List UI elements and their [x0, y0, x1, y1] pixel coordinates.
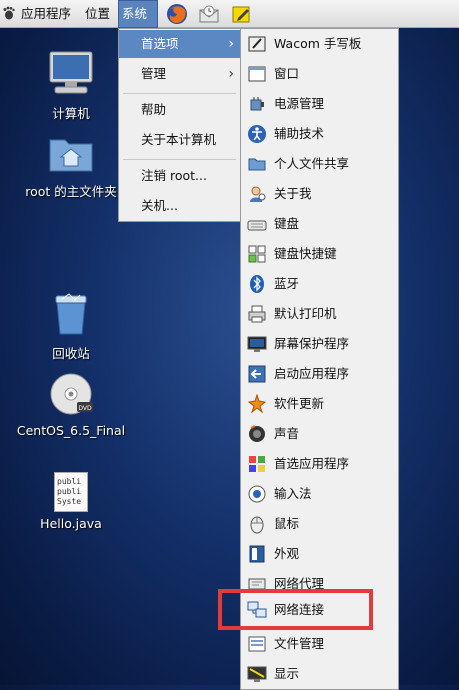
menu-places[interactable]: 位置 [82, 0, 113, 28]
pref-item-folder-share[interactable]: 个人文件共享 [241, 149, 398, 179]
menu-item-shutdown[interactable]: 关机... [119, 192, 240, 220]
desktop-icon-label: Hello.java [40, 516, 102, 531]
pref-item-label: 软件更新 [274, 396, 325, 411]
computer-icon [49, 51, 93, 94]
menu-item-help[interactable]: 帮助 [119, 96, 240, 124]
sound-icon [249, 425, 265, 442]
pref-item-label: 屏幕保护程序 [274, 336, 350, 351]
pref-item-accessibility[interactable]: 辅助技术 [241, 119, 398, 149]
pref-item-input-method[interactable]: 输入法 [241, 479, 398, 509]
menu-item-preferences[interactable]: 首选项 › [119, 30, 240, 58]
desktop-icon-computer[interactable]: 计算机 [16, 50, 126, 122]
pref-item-keyboard[interactable]: 键盘 [241, 209, 398, 239]
pref-item-preferred-apps[interactable]: 首选应用程序 [241, 449, 398, 479]
desktop-icon-home[interactable]: root 的主文件夹 [16, 132, 126, 200]
pref-item-window[interactable]: 窗口 [241, 59, 398, 89]
desktop-icon-label: CentOS_6.5_Final [16, 423, 126, 438]
home-folder-icon [49, 139, 93, 172]
pref-item-tablet[interactable]: Wacom 手写板 [241, 29, 398, 59]
pref-item-label: 文件管理 [274, 636, 325, 651]
bluetooth-icon [250, 275, 264, 293]
mouse-icon [250, 516, 264, 534]
desktop-icon-trash[interactable]: 回收站 [16, 292, 126, 362]
power-icon [250, 97, 264, 111]
desktop-icon-label: 回收站 [52, 346, 90, 361]
shortcuts-icon [248, 245, 266, 263]
trash-icon [55, 293, 87, 335]
desktop-icon-hello-java[interactable]: publi publi Syste Hello.java [16, 472, 126, 531]
file-preview-line: publi [57, 487, 82, 496]
file-management-icon [248, 636, 266, 652]
menu-item-about-computer[interactable]: 关于本计算机 [119, 126, 240, 154]
pref-item-label: 声音 [274, 426, 300, 441]
appearance-icon [249, 545, 265, 563]
menu-separator [123, 159, 236, 160]
notes-icon[interactable] [230, 3, 252, 25]
window-icon [248, 66, 266, 82]
pref-item-label: 键盘 [274, 216, 300, 231]
menu-system[interactable]: 系统 [118, 0, 158, 28]
pref-item-label: 辅助技术 [274, 126, 325, 141]
menu-item-administration[interactable]: 管理 › [119, 60, 240, 88]
highlight-box [218, 589, 373, 630]
keyboard-icon [247, 220, 267, 231]
pref-item-label: 输入法 [274, 486, 312, 501]
pref-item-label: 键盘快捷键 [274, 246, 337, 261]
desktop-icon-dvd[interactable]: DVD CentOS_6.5_Final [16, 372, 126, 438]
menu-item-label: 首选项 [141, 36, 179, 51]
file-preview-line: publi [57, 477, 82, 486]
pref-item-software-update[interactable]: 软件更新 [241, 389, 398, 419]
input-method-icon [248, 485, 266, 503]
display-icon [247, 666, 267, 682]
tablet-icon [248, 36, 266, 52]
chevron-right-icon: › [228, 66, 234, 82]
pref-item-appearance[interactable]: 外观 [241, 539, 398, 569]
pref-item-power[interactable]: 电源管理 [241, 89, 398, 119]
pref-item-about-me[interactable]: 关于我 [241, 179, 398, 209]
mail-icon[interactable] [198, 3, 220, 25]
top-panel: 应用程序 位置 系统 [0, 0, 459, 28]
pref-item-label: 默认打印机 [274, 306, 337, 321]
pref-item-bluetooth[interactable]: 蓝牙 [241, 269, 398, 299]
pref-item-shortcuts[interactable]: 键盘快捷键 [241, 239, 398, 269]
startup-icon [248, 365, 266, 383]
menu-item-logout[interactable]: 注销 root... [119, 162, 240, 190]
pref-item-label: 电源管理 [274, 96, 325, 111]
folder-share-icon [248, 158, 266, 171]
dvd-icon: DVD [50, 373, 93, 415]
menu-separator [123, 93, 236, 94]
pref-item-label: 个人文件共享 [274, 156, 350, 171]
menu-applications[interactable]: 应用程序 [18, 0, 74, 28]
preferred-apps-icon [249, 456, 265, 472]
accessibility-icon [248, 125, 266, 143]
svg-text:DVD: DVD [78, 405, 92, 412]
pref-item-printer[interactable]: 默认打印机 [241, 299, 398, 329]
pref-item-sound[interactable]: 声音 [241, 419, 398, 449]
text-file-icon: publi publi Syste [54, 472, 88, 512]
software-update-icon [247, 394, 267, 414]
desktop-icon-label: root 的主文件夹 [25, 184, 117, 199]
pref-item-label: 窗口 [274, 66, 300, 81]
system-menu: 首选项 › 管理 › 帮助 关于本计算机 注销 root... 关机... [118, 28, 241, 222]
firefox-icon[interactable] [166, 3, 188, 25]
screensaver-icon [247, 336, 267, 352]
about-me-icon [250, 186, 266, 202]
pref-item-label: Wacom 手写板 [274, 36, 362, 51]
pref-item-label: 蓝牙 [274, 276, 300, 291]
pref-item-file-management[interactable]: 文件管理 [241, 629, 398, 659]
pref-item-label: 外观 [274, 546, 300, 561]
foot-icon[interactable] [2, 6, 16, 20]
pref-item-startup[interactable]: 启动应用程序 [241, 359, 398, 389]
pref-item-label: 启动应用程序 [274, 366, 350, 381]
pref-item-screensaver[interactable]: 屏幕保护程序 [241, 329, 398, 359]
pref-item-label: 首选应用程序 [274, 456, 350, 471]
pref-item-mouse[interactable]: 鼠标 [241, 509, 398, 539]
chevron-right-icon: › [228, 36, 234, 52]
file-preview-line: Syste [57, 497, 82, 506]
pref-item-label: 鼠标 [274, 516, 300, 531]
pref-item-label: 关于我 [274, 186, 312, 201]
desktop-icon-label: 计算机 [52, 106, 90, 121]
printer-icon [248, 305, 266, 323]
menu-item-label: 管理 [141, 66, 167, 81]
